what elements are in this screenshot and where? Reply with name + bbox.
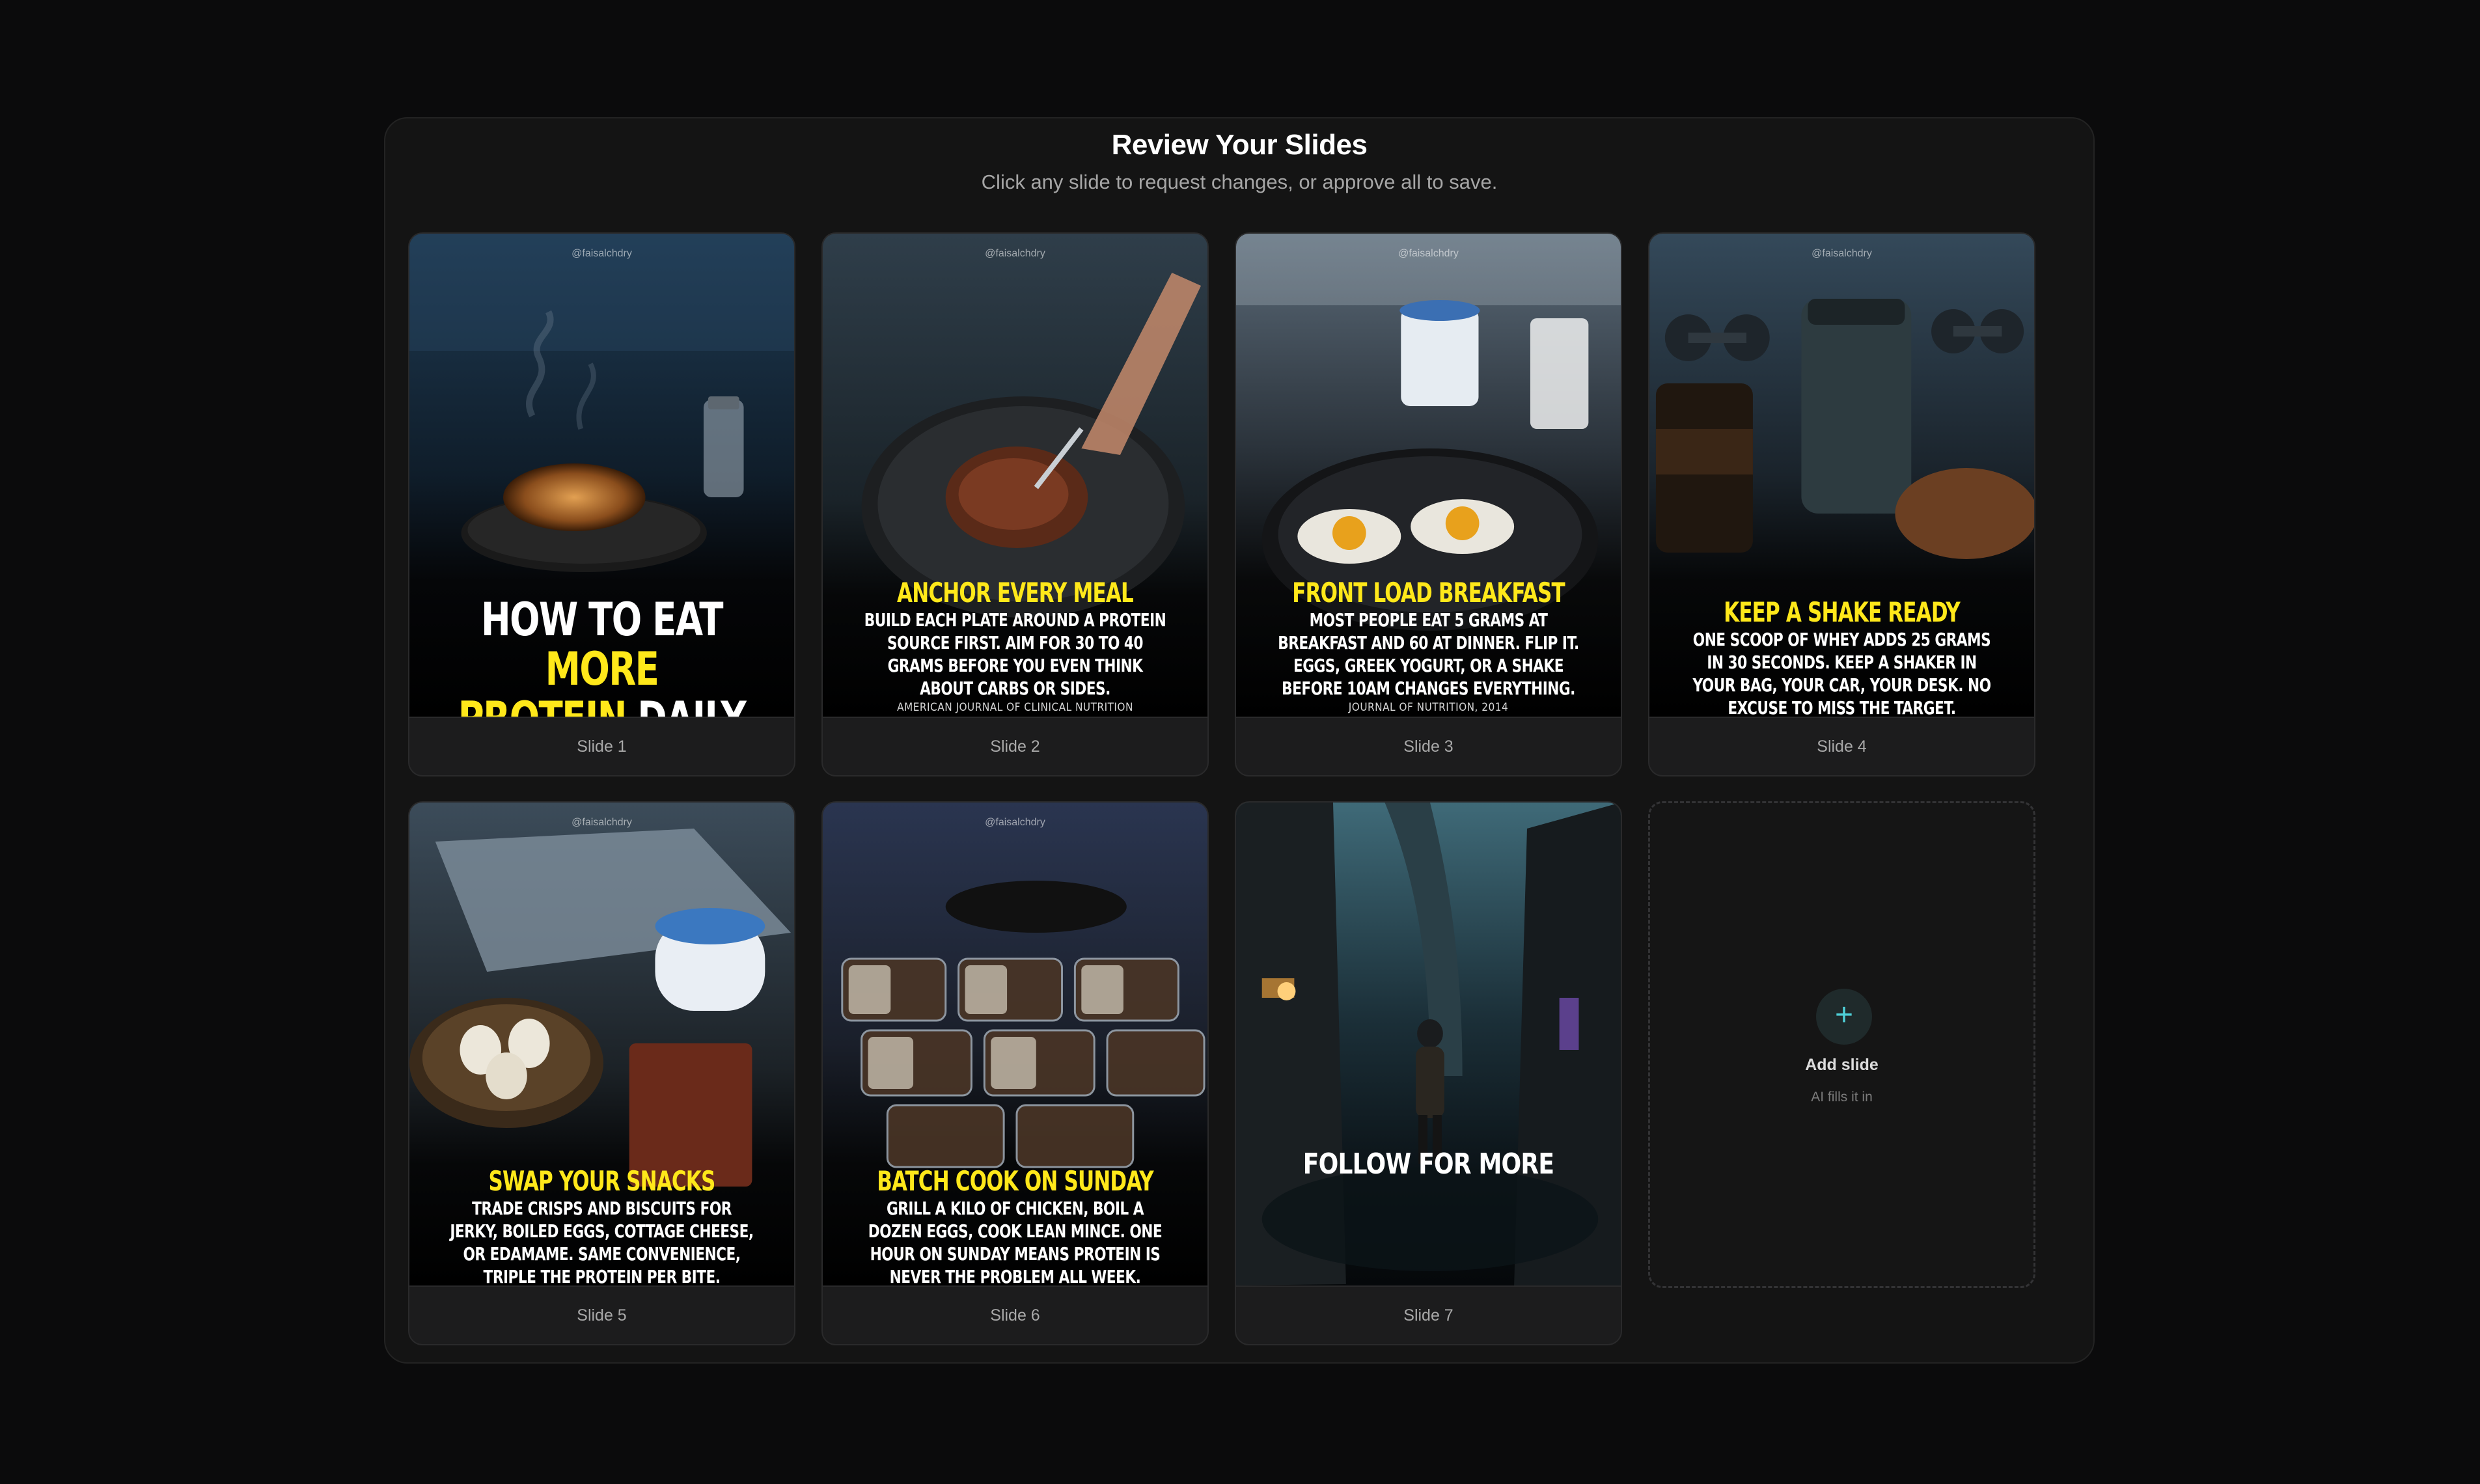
slide-caption: Slide 6 xyxy=(823,1285,1207,1344)
slide-card-1[interactable]: @faisalchdry HOW TO EAT MOREPROTEIN DAIL… xyxy=(408,232,795,776)
slide-thumbnail: @faisalchdry HOW TO EAT MOREPROTEIN DAIL… xyxy=(409,234,794,717)
slide-headline: ANCHOR EVERY MEAL xyxy=(897,577,1134,609)
slide-text: KEEP A SHAKE READY ONE SCOOP OF WHEY ADD… xyxy=(1661,598,2022,717)
slide-thumbnail: @faisalchdry BATCH COOK ON SUNDAY GRILL … xyxy=(823,803,1207,1285)
add-slide-label: Add slide xyxy=(1805,1056,1879,1074)
slide-title: HOW TO EAT MOREPROTEIN DAILY xyxy=(458,593,747,717)
slide-body: GRILL A KILO OF CHICKEN, BOIL A DOZEN EG… xyxy=(868,1198,1163,1285)
add-slide-button[interactable]: + Add slide AI fills it in xyxy=(1648,801,2035,1288)
slide-headline: SWAP YOUR SNACKS xyxy=(488,1165,716,1197)
slide-card-3[interactable]: @faisalchdry FRONT LOAD BREAKFAST MOST P… xyxy=(1235,232,1622,776)
slide-card-2[interactable]: @faisalchdry ANCHOR EVERY MEAL BUILD EAC… xyxy=(821,232,1209,776)
plus-icon: + xyxy=(1816,989,1872,1045)
slide-thumbnail: @faisalchdry FRONT LOAD BREAKFAST MOST P… xyxy=(1236,234,1621,717)
slide-thumbnail: @faisalchdry ANCHOR EVERY MEAL BUILD EAC… xyxy=(823,234,1207,717)
slide-caption: Slide 5 xyxy=(409,1285,794,1344)
page-title: Review Your Slides xyxy=(1111,129,1368,161)
slide-caption: Slide 1 xyxy=(409,717,794,775)
slide-body: TRADE CRISPS AND BISCUITS FOR JERKY, BOI… xyxy=(450,1198,754,1285)
slide-thumbnail: @faisalchdry SWAP YOUR SNACKS TRADE CRIS… xyxy=(409,803,794,1285)
slide-thumbnail: FOLLOW FOR MORE xyxy=(1236,803,1621,1285)
slide-text: ANCHOR EVERY MEAL BUILD EACH PLATE AROUN… xyxy=(834,577,1196,715)
slide-text: BATCH COOK ON SUNDAY GRILL A KILO OF CHI… xyxy=(834,1165,1196,1286)
slide-card-7[interactable]: FOLLOW FOR MORE Slide 7 xyxy=(1235,801,1622,1345)
account-handle: @faisalchdry xyxy=(985,248,1045,259)
slide-body: MOST PEOPLE EAT 5 GRAMS AT BREAKFAST AND… xyxy=(1278,609,1579,699)
add-slide-hint: AI fills it in xyxy=(1811,1090,1873,1105)
slide-text: SWAP YOUR SNACKS TRADE CRISPS AND BISCUI… xyxy=(421,1165,782,1286)
slide-card-6[interactable]: @faisalchdry BATCH COOK ON SUNDAY GRILL … xyxy=(821,801,1209,1345)
slide-headline: BATCH COOK ON SUNDAY xyxy=(877,1165,1153,1197)
slides-grid: @faisalchdry HOW TO EAT MOREPROTEIN DAIL… xyxy=(408,232,2073,1345)
slide-body: BUILD EACH PLATE AROUND A PROTEIN SOURCE… xyxy=(864,609,1166,699)
slide-thumbnail: @faisalchdry KEEP A SHAKE READY ONE SCOO… xyxy=(1649,234,2034,717)
slide-card-5[interactable]: @faisalchdry SWAP YOUR SNACKS TRADE CRIS… xyxy=(408,801,795,1345)
account-handle: @faisalchdry xyxy=(572,248,632,259)
slide-caption: Slide 3 xyxy=(1236,717,1621,775)
slide-caption: Slide 2 xyxy=(823,717,1207,775)
account-handle: @faisalchdry xyxy=(572,817,632,828)
slide-source: AMERICAN JOURNAL OF CLINICAL NUTRITION xyxy=(897,701,1133,714)
slide-caption: Slide 7 xyxy=(1236,1285,1621,1344)
slide-headline: FRONT LOAD BREAKFAST xyxy=(1292,577,1565,609)
slide-text: FRONT LOAD BREAKFAST MOST PEOPLE EAT 5 G… xyxy=(1248,577,1609,715)
slide-body: ONE SCOOP OF WHEY ADDS 25 GRAMS IN 30 SE… xyxy=(1692,629,1991,717)
slide-source: JOURNAL OF NUTRITION, 2014 xyxy=(1348,701,1509,714)
page-subtitle: Click any slide to request changes, or a… xyxy=(981,171,1498,193)
slide-card-4[interactable]: @faisalchdry KEEP A SHAKE READY ONE SCOO… xyxy=(1648,232,2035,776)
slide-headline: KEEP A SHAKE READY xyxy=(1724,596,1961,628)
slide-caption: Slide 4 xyxy=(1649,717,2034,775)
review-panel: Review Your Slides Click any slide to re… xyxy=(384,117,2095,1364)
account-handle: @faisalchdry xyxy=(1812,248,1872,259)
slide-headline: FOLLOW FOR MORE xyxy=(1302,1147,1554,1181)
account-handle: @faisalchdry xyxy=(985,817,1045,828)
account-handle: @faisalchdry xyxy=(1398,248,1459,259)
city-night-image xyxy=(1236,803,1621,1285)
